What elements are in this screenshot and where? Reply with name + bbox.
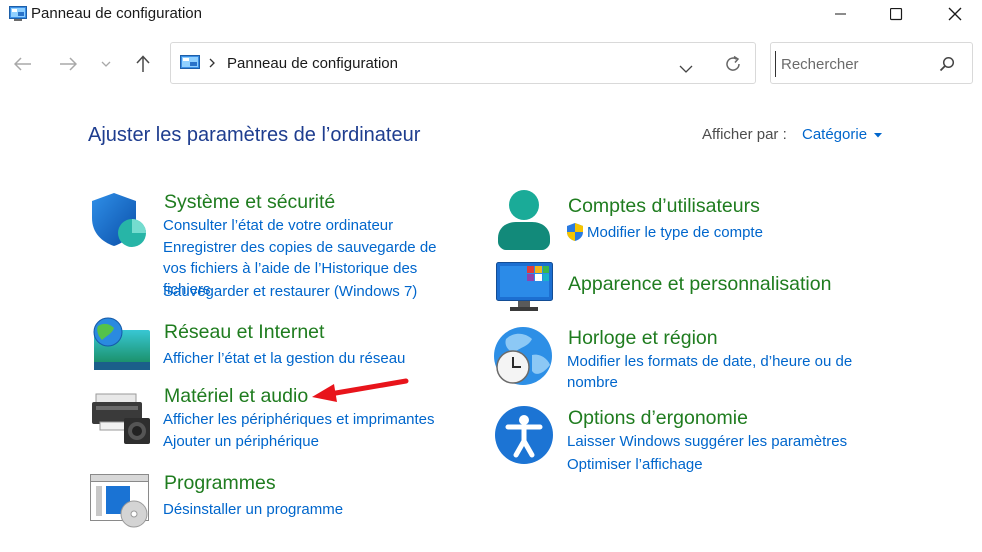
annotation-arrow xyxy=(310,376,410,409)
back-button[interactable] xyxy=(10,52,36,76)
search-icon[interactable] xyxy=(939,56,955,77)
recent-locations-button[interactable] xyxy=(94,52,118,76)
link-check-computer-status[interactable]: Consulter l’état de votre ordinateur xyxy=(163,215,393,236)
breadcrumb[interactable]: Panneau de configuration xyxy=(227,55,398,72)
close-icon xyxy=(948,7,962,21)
printer-speaker-icon xyxy=(92,392,152,451)
link-change-date-formats[interactable]: Modifier les formats de date, d’heure ou… xyxy=(567,351,867,393)
address-bar[interactable]: Panneau de configuration xyxy=(170,42,756,84)
breadcrumb-separator-icon xyxy=(208,56,216,74)
link-devices-printers[interactable]: Afficher les périphériques et imprimante… xyxy=(163,409,435,430)
view-by-label: Afficher par : xyxy=(702,126,787,143)
clock-globe-icon xyxy=(492,325,554,392)
link-uninstall-program[interactable]: Désinstaller un programme xyxy=(163,499,343,520)
link-backup-restore[interactable]: Sauvegarder et restaurer (Windows 7) xyxy=(163,281,417,302)
category-programs[interactable]: Programmes xyxy=(164,472,276,495)
minimize-button[interactable] xyxy=(818,0,864,28)
address-dropdown-icon[interactable] xyxy=(679,60,693,78)
forward-button[interactable] xyxy=(55,52,81,76)
window-title: Panneau de configuration xyxy=(31,5,202,22)
link-change-account-type[interactable]: Modifier le type de compte xyxy=(587,222,763,243)
minimize-icon xyxy=(835,13,846,15)
maximize-button[interactable] xyxy=(873,0,919,28)
search-box[interactable] xyxy=(770,42,973,84)
control-panel-icon xyxy=(180,55,200,76)
search-input[interactable] xyxy=(775,51,943,77)
category-ease-of-access[interactable]: Options d’ergonomie xyxy=(568,407,748,430)
shield-icon xyxy=(90,191,148,254)
category-user-accounts[interactable]: Comptes d’utilisateurs xyxy=(568,195,760,218)
caret-down-icon xyxy=(874,132,883,138)
maximize-icon xyxy=(889,7,902,20)
refresh-icon[interactable] xyxy=(724,55,742,78)
category-system-security[interactable]: Système et sécurité xyxy=(164,191,335,214)
link-network-status[interactable]: Afficher l’état et la gestion du réseau xyxy=(163,348,405,369)
link-let-windows-suggest[interactable]: Laisser Windows suggérer les paramètres xyxy=(567,431,847,452)
appearance-monitor-icon xyxy=(496,262,556,317)
category-appearance-personalization[interactable]: Apparence et personnalisation xyxy=(568,273,831,296)
arrow-left-icon xyxy=(14,57,31,71)
category-clock-region[interactable]: Horloge et région xyxy=(568,327,718,350)
accessibility-icon xyxy=(494,405,554,470)
category-network-internet[interactable]: Réseau et Internet xyxy=(164,321,324,344)
page-heading: Ajuster les paramètres de l’ordinateur xyxy=(88,124,421,146)
view-by-dropdown[interactable]: Catégorie xyxy=(802,126,883,143)
view-by-value[interactable]: Catégorie xyxy=(802,126,867,143)
chevron-down-icon xyxy=(101,61,111,67)
link-add-device[interactable]: Ajouter un périphérique xyxy=(163,431,319,452)
link-optimize-display[interactable]: Optimiser l’affichage xyxy=(567,454,703,475)
arrow-up-icon xyxy=(136,55,150,72)
uac-shield-icon xyxy=(566,222,584,247)
category-hardware-sound[interactable]: Matériel et audio xyxy=(164,385,308,408)
user-accounts-icon xyxy=(496,188,552,255)
control-panel-icon xyxy=(9,6,27,21)
programs-icon xyxy=(90,474,150,533)
close-button[interactable] xyxy=(932,0,978,28)
up-button[interactable] xyxy=(130,52,156,76)
network-globe-icon xyxy=(90,316,152,379)
arrow-right-icon xyxy=(60,57,77,71)
